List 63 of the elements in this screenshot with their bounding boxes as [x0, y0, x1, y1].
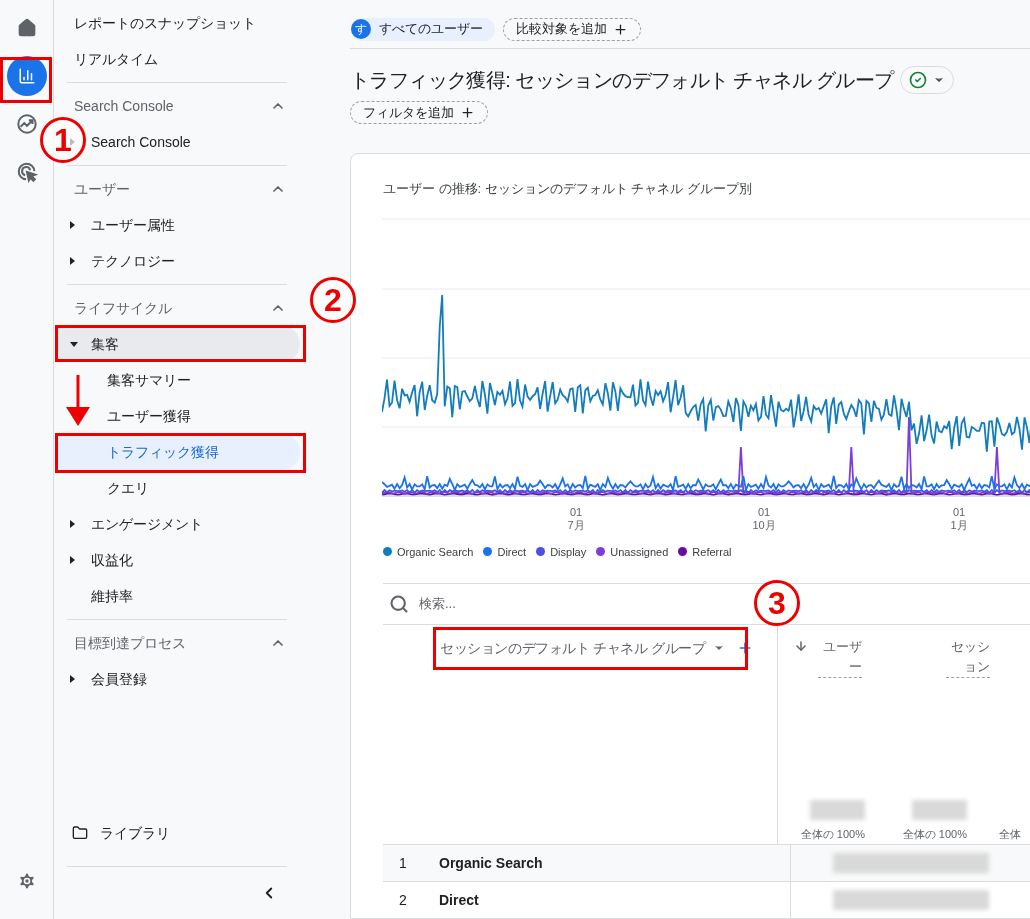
section-title: 目標到達プロセス — [74, 633, 186, 653]
axis-label: 01 10月 — [751, 505, 777, 532]
section-title: ライフサイクル — [74, 298, 172, 318]
caret-right-icon — [70, 520, 75, 528]
library-link[interactable]: ライブラリ — [54, 815, 350, 851]
nav-item[interactable]: ユーザー属性 — [91, 207, 175, 243]
nav-item[interactable]: リアルタイム — [54, 41, 304, 77]
caret-right-icon — [70, 221, 75, 229]
nav-item[interactable]: トラフィック獲得 — [55, 434, 300, 470]
dimension-dropdown[interactable]: セッションのデフォルト チャネル グループ — [440, 637, 726, 659]
step-number: 1 — [40, 117, 86, 163]
cursor-target-icon — [15, 161, 38, 183]
nav-item[interactable]: エンゲージメント — [91, 506, 203, 542]
trend-icon — [15, 113, 38, 135]
section-title: ユーザー — [74, 179, 130, 199]
legend-label: Display — [550, 544, 587, 560]
folder-icon — [72, 825, 88, 841]
redacted-value — [810, 800, 865, 820]
nav-item[interactable]: クエリ — [55, 470, 300, 506]
nav-item[interactable]: Search Console — [91, 124, 191, 160]
nav-item[interactable]: テクノロジー — [91, 243, 175, 279]
search-icon — [389, 594, 409, 614]
caret-right-icon — [70, 675, 75, 683]
check-icon — [908, 71, 927, 89]
section-title: Search Console — [74, 96, 174, 116]
caret-right-icon — [70, 257, 75, 265]
legend-label: Organic Search — [397, 544, 474, 560]
highlight-frame — [0, 57, 52, 103]
plus-icon — [613, 21, 628, 37]
nav-item[interactable]: 収益化 — [91, 542, 133, 578]
bar-chart-icon — [17, 67, 36, 85]
axis-label: 01 7月 — [566, 505, 586, 532]
down-arrow — [66, 375, 90, 426]
column-header[interactable]: セッション — [946, 637, 990, 678]
caret-down-icon — [70, 341, 78, 347]
nav-item[interactable]: レポートのスナップショット — [54, 5, 304, 41]
plus-icon — [460, 105, 475, 120]
nav-item[interactable]: 集客サマリー — [55, 362, 300, 398]
segment-chip[interactable]: す すべてのユーザー — [351, 17, 495, 41]
chart-title: ユーザー の推移: セッションのデフォルト チャネル グループ別 — [383, 180, 754, 198]
legend-label: Direct — [497, 544, 527, 560]
search-field[interactable]: 検索... — [419, 594, 719, 614]
sort-arrow-icon — [794, 639, 808, 653]
home-icon — [16, 18, 37, 38]
step-number: 2 — [310, 277, 356, 323]
row-index: 2 — [398, 890, 408, 910]
nav-item[interactable]: ユーザー獲得 — [55, 398, 300, 434]
nav-item[interactable]: 会員登録 — [91, 661, 147, 697]
avatar: す — [351, 19, 371, 39]
total-percent: 全体 — [999, 827, 1021, 842]
total-percent: 全体の 100% — [902, 827, 967, 842]
caret-right-icon — [70, 556, 75, 564]
row-index: 1 — [398, 853, 408, 873]
row-label: Organic Search — [439, 853, 543, 873]
row-label: Direct — [439, 890, 479, 910]
page-title: トラフィック獲得: セッションのデフォルト チャネル グループ — [350, 68, 894, 93]
redacted-value — [912, 800, 967, 820]
axis-label: 01 1月 — [949, 505, 969, 532]
nav-item[interactable]: 維持率 — [91, 578, 133, 614]
legend-label: Referral — [692, 544, 732, 560]
total-percent: 全体の 100% — [800, 827, 865, 842]
column-header[interactable]: ユーザー — [818, 637, 862, 678]
legend-label: Unassigned — [610, 544, 669, 560]
